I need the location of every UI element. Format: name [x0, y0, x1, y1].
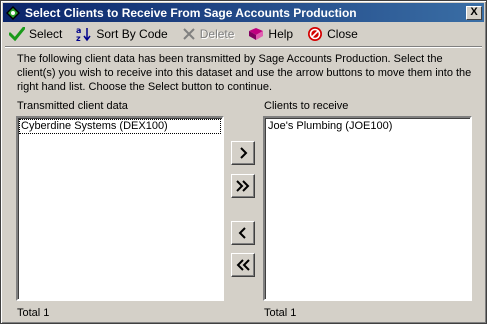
sort-az-icon: a z [76, 26, 92, 42]
sage-diamond-icon [6, 5, 20, 20]
select-label: Select [29, 27, 63, 41]
remove-all-button[interactable] [231, 253, 255, 277]
dialog-window: Select Clients to Receive From Sage Acco… [0, 0, 487, 324]
close-button[interactable]: Close [303, 24, 362, 44]
delete-label: Delete [199, 27, 235, 41]
list-item[interactable]: Joe's Plumbing (JOE100) [267, 120, 468, 133]
receive-total: Total 1 [264, 307, 297, 319]
sort-by-code-label: Sort By Code [96, 27, 168, 41]
help-label: Help [268, 27, 294, 41]
clients-to-receive-list[interactable]: Joe's Plumbing (JOE100) [263, 116, 472, 301]
delete-button[interactable]: Delete [178, 24, 239, 44]
checkmark-icon [9, 27, 25, 41]
move-one-button[interactable] [231, 141, 255, 165]
transmitted-client-list[interactable]: Cyberdine Systems (DEX100) [16, 116, 224, 301]
close-stop-icon [307, 26, 323, 42]
move-all-button[interactable] [231, 174, 255, 198]
sort-by-code-button[interactable]: a z Sort By Code [72, 24, 171, 44]
transmitted-total: Total 1 [17, 307, 50, 319]
instructions-text: The following client data has been trans… [17, 53, 472, 93]
select-button[interactable]: Select [5, 24, 66, 44]
help-book-icon [248, 27, 264, 41]
delete-x-icon [182, 27, 196, 41]
list-item[interactable]: Cyberdine Systems (DEX100) [19, 119, 221, 134]
remove-one-button[interactable] [231, 221, 255, 245]
transmitted-list-label: Transmitted client data [17, 100, 128, 112]
toolbar-divider [5, 46, 482, 48]
close-label: Close [327, 27, 358, 41]
right-arrow-icon [240, 147, 248, 159]
window-title: Select Clients to Receive From Sage Acco… [25, 5, 357, 20]
double-right-arrow-icon [236, 180, 250, 192]
window-close-button[interactable]: X [466, 5, 482, 20]
svg-text:z: z [76, 34, 81, 42]
title-bar[interactable]: Select Clients to Receive From Sage Acco… [3, 3, 484, 22]
left-arrow-icon [238, 227, 246, 239]
double-left-arrow-icon [236, 259, 250, 271]
toolbar: Select a z Sort By Code Delete Help Clos… [5, 23, 483, 45]
receive-list-label: Clients to receive [264, 100, 349, 112]
help-button[interactable]: Help [244, 24, 297, 44]
